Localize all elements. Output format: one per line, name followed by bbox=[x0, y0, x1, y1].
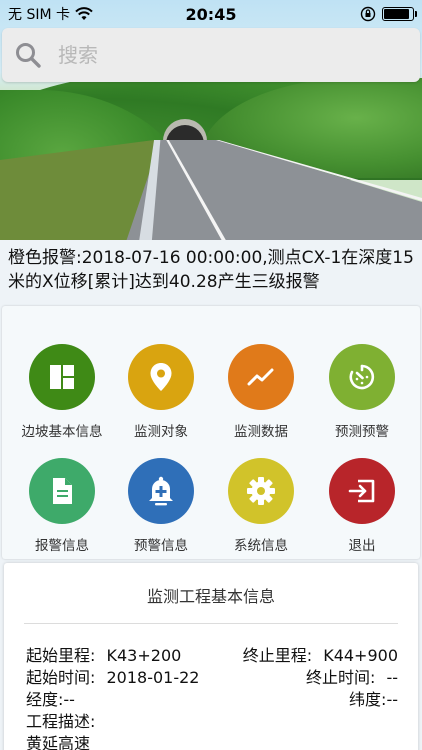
divider bbox=[24, 623, 398, 624]
longitude: 经度:-- bbox=[26, 689, 75, 711]
start-mileage: 起始里程: K43+200 bbox=[26, 645, 181, 667]
longitude-label: 经度: bbox=[26, 690, 64, 709]
menu-grid: 边坡基本信息 监测对象 监测数据 预测预警 报警信息 预警信息 系统信息 退出 bbox=[2, 306, 420, 559]
timer-icon bbox=[349, 364, 375, 390]
info-card-title: 监测工程基本信息 bbox=[146, 587, 275, 606]
search-bar[interactable] bbox=[2, 28, 420, 82]
description-value: 黄延高速 bbox=[26, 734, 91, 750]
menu-label: 边坡基本信息 bbox=[21, 424, 103, 440]
menu-label: 预警信息 bbox=[134, 538, 188, 554]
document-icon bbox=[53, 478, 72, 504]
mileage-row: 起始里程: K43+200 终止里程: K44+900 bbox=[26, 645, 398, 667]
menu-circle bbox=[228, 458, 294, 524]
trend-line-icon bbox=[247, 368, 274, 386]
menu-circle bbox=[228, 344, 294, 410]
end-time-label: 终止时间: bbox=[305, 668, 376, 687]
description-label: 工程描述: bbox=[26, 712, 96, 731]
menu-circle bbox=[128, 458, 194, 524]
menu-item-system-info[interactable]: 系统信息 bbox=[211, 458, 311, 558]
menu-item-slope-info[interactable]: 边坡基本信息 bbox=[12, 344, 112, 444]
menu-item-monitor-data[interactable]: 监测数据 bbox=[211, 344, 311, 444]
menu-item-forecast-warning[interactable]: 预测预警 bbox=[312, 344, 412, 444]
bell-plus-icon bbox=[149, 476, 173, 506]
time-row: 起始时间: 2018-01-22 终止时间: -- bbox=[26, 667, 398, 689]
end-mileage: 终止里程: K44+900 bbox=[243, 645, 398, 667]
search-icon bbox=[16, 43, 41, 68]
end-time: 终止时间: -- bbox=[306, 667, 398, 689]
menu-label: 报警信息 bbox=[35, 538, 89, 554]
location-pin-icon bbox=[150, 363, 172, 391]
menu-item-exit[interactable]: 退出 bbox=[312, 458, 412, 558]
latitude: 纬度:-- bbox=[349, 689, 398, 711]
menu-label: 系统信息 bbox=[234, 538, 288, 554]
status-bar: 无 SIM 卡 20:45 bbox=[0, 0, 422, 28]
start-time: 起始时间: 2018-01-22 bbox=[26, 667, 199, 689]
orientation-lock-icon bbox=[360, 6, 376, 22]
alert-marquee-text[interactable]: 橙色报警:2018-07-16 00:00:00,测点CX-1在深度15米的X位… bbox=[8, 246, 418, 294]
menu-label: 监测数据 bbox=[234, 424, 288, 440]
menu-circle bbox=[29, 344, 95, 410]
menu-item-warning-info[interactable]: 预警信息 bbox=[111, 458, 211, 558]
menu-item-monitor-objects[interactable]: 监测对象 bbox=[111, 344, 211, 444]
grid-icon bbox=[50, 365, 74, 389]
menu-label: 监测对象 bbox=[134, 424, 188, 440]
coordinate-row: 经度:-- 纬度:-- bbox=[26, 689, 398, 711]
start-time-label: 起始时间: bbox=[26, 668, 96, 687]
menu-label: 预测预警 bbox=[335, 424, 389, 440]
menu-label: 退出 bbox=[348, 538, 376, 554]
wifi-icon bbox=[75, 7, 93, 20]
menu-item-alarm-info[interactable]: 报警信息 bbox=[12, 458, 112, 558]
exit-icon bbox=[348, 479, 375, 503]
status-time: 20:45 bbox=[185, 4, 237, 24]
start-mileage-label: 起始里程: bbox=[26, 646, 96, 665]
latitude-label: 纬度: bbox=[349, 690, 387, 709]
end-time-value: -- bbox=[386, 668, 398, 687]
end-mileage-label: 终止里程: bbox=[242, 646, 313, 665]
menu-circle bbox=[329, 458, 395, 524]
end-mileage-value: K44+900 bbox=[323, 646, 398, 665]
battery-icon bbox=[382, 7, 417, 21]
menu-circle bbox=[29, 458, 95, 524]
search-input[interactable] bbox=[58, 43, 378, 67]
longitude-value: -- bbox=[63, 690, 75, 709]
start-mileage-value: K43+200 bbox=[106, 646, 182, 665]
start-time-value: 2018-01-22 bbox=[106, 668, 200, 687]
carrier-label: 无 SIM 卡 bbox=[8, 7, 70, 23]
project-info-card: 监测工程基本信息 起始里程: K43+200 终止里程: K44+900 起始时… bbox=[4, 563, 418, 750]
gear-icon bbox=[247, 477, 275, 505]
menu-circle bbox=[329, 344, 395, 410]
latitude-value: -- bbox=[386, 690, 398, 709]
menu-circle bbox=[128, 344, 194, 410]
